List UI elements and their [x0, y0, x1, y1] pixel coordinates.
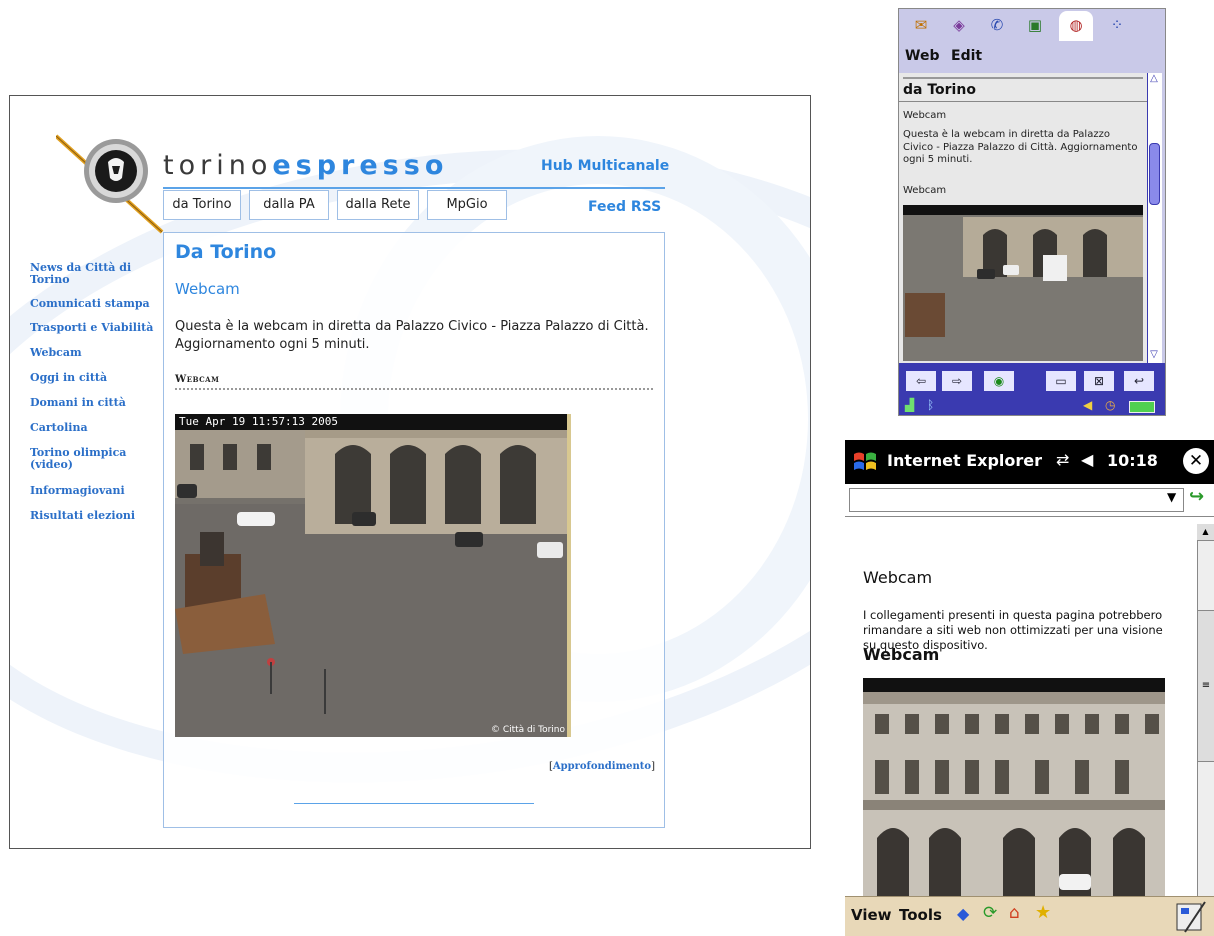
symbian-phone-screen: ✉ ◈ ✆ ▣ ◍ ⁘ Web Edit da Torino Webcam Qu…: [898, 8, 1166, 416]
content-panel: Da Torino Webcam Questa è la webcam in d…: [163, 232, 665, 828]
calendar-icon[interactable]: ▣: [1023, 15, 1047, 35]
home-icon[interactable]: ⌂: [1009, 903, 1020, 923]
webcam-photo: [863, 678, 1165, 902]
tab-mpgio[interactable]: MpGio: [427, 190, 507, 220]
nav-webcam[interactable]: Webcam: [30, 347, 155, 359]
dotted-divider: [175, 388, 653, 390]
browser-icon[interactable]: ◍: [1064, 15, 1088, 35]
connectivity-icon[interactable]: ⇄: [1056, 450, 1069, 469]
clock-icon: ◷: [1105, 398, 1116, 412]
logo-part-torino: torino: [163, 150, 273, 181]
desktop-site-window: torinoespresso Hub Multicanale da Torino…: [9, 95, 811, 849]
nav-cartolina[interactable]: Cartolina: [30, 422, 155, 434]
nav-informagiovani[interactable]: Informagiovani: [30, 485, 155, 497]
nav-risultati[interactable]: Risultati elezioni: [30, 510, 155, 522]
menu-web[interactable]: Web: [905, 48, 939, 64]
volume-icon: ◀: [1083, 398, 1093, 412]
webcam-image: Tue Apr 19 11:57:13 2005 © Città di Tori…: [175, 414, 571, 737]
address-input[interactable]: [849, 488, 1184, 512]
webcam-description: Questa è la webcam in diretta da Palazzo…: [175, 319, 649, 352]
feed-rss-link[interactable]: Feed RSS: [588, 199, 661, 215]
menu-edit[interactable]: Edit: [951, 48, 982, 64]
phone-icon[interactable]: ✆: [985, 15, 1009, 35]
window-icon[interactable]: ▭: [1045, 370, 1077, 392]
logo-part-espresso: espresso: [272, 150, 449, 181]
nav-torino-olimpica[interactable]: Torino olimpica (video): [30, 447, 155, 471]
content-top-rule: [903, 77, 1143, 79]
heading-webcam-2: Webcam: [863, 645, 940, 664]
hub-multicanale-link[interactable]: Hub Multicanale: [541, 158, 669, 174]
forward-arrow-icon[interactable]: ⇨: [941, 370, 973, 392]
windows-start-icon[interactable]: [851, 448, 879, 476]
scroll-down-icon[interactable]: ▽: [1147, 349, 1161, 360]
signal-icon: ▟: [905, 398, 915, 412]
go-icon[interactable]: ◉: [983, 370, 1015, 392]
heading-webcam-1: Webcam: [863, 568, 933, 587]
apps-icon[interactable]: ⁘: [1105, 15, 1129, 35]
title-rule: [899, 101, 1147, 102]
nav-comunicati[interactable]: Comunicati stampa: [30, 298, 155, 310]
clock-time[interactable]: 10:18: [1107, 451, 1158, 470]
app-title: Internet Explorer: [887, 451, 1043, 470]
webcam-label-2: Webcam: [903, 185, 947, 196]
approfondimento-wrapper: [Approfondimento]: [549, 761, 655, 772]
tab-dalla-pa[interactable]: dalla PA: [249, 190, 329, 220]
mail-icon[interactable]: ✉: [909, 15, 933, 35]
nav-oggi[interactable]: Oggi in città: [30, 372, 155, 384]
go-arrow-icon[interactable]: ↪: [1189, 486, 1204, 507]
nav-trasporti[interactable]: Trasporti e Viabilità: [30, 322, 155, 334]
header-divider: [163, 187, 665, 189]
page-title: da Torino: [903, 82, 976, 98]
book-icon[interactable]: ◈: [947, 15, 971, 35]
webcam-thumbnail: [903, 205, 1143, 361]
favorites-star-icon[interactable]: ★: [1035, 902, 1051, 923]
tab-dalla-rete[interactable]: dalla Rete: [337, 190, 419, 220]
nav-domani[interactable]: Domani in città: [30, 397, 155, 409]
bracket-close: ]: [651, 761, 655, 772]
dropdown-arrow-icon[interactable]: ▼: [1167, 490, 1176, 504]
footer-divider: [294, 803, 534, 804]
scrollbar-thumb[interactable]: [1149, 143, 1160, 205]
stop-icon[interactable]: ⊠: [1083, 370, 1115, 392]
tab-da-torino[interactable]: da Torino: [163, 190, 241, 220]
pocketpc-screen: Internet Explorer ⇄ ◀ 10:18 ✕ ▼ ↪ Webcam…: [845, 440, 1214, 936]
menu-view[interactable]: View: [851, 906, 892, 924]
scrollbar-track[interactable]: [1147, 73, 1162, 363]
nav-news-citta[interactable]: News da Città di Torino: [30, 262, 155, 286]
scrollbar-thumb[interactable]: ≡: [1198, 610, 1214, 762]
logo-emblem[interactable]: [54, 126, 166, 236]
menu-tools[interactable]: Tools: [899, 906, 942, 924]
refresh-icon[interactable]: ⟳: [983, 903, 997, 923]
webcam-credit: © Città di Torino: [490, 725, 565, 735]
scroll-up-icon[interactable]: ▲: [1197, 524, 1214, 541]
approfondimento-link[interactable]: Approfondimento: [553, 761, 651, 772]
section-title: Webcam: [175, 280, 240, 298]
site-logo-text[interactable]: torinoespresso: [163, 150, 448, 181]
bluetooth-icon: ᛒ: [927, 398, 935, 412]
battery-icon: [1129, 401, 1155, 413]
scroll-up-icon[interactable]: △: [1147, 73, 1161, 84]
back-arrow-icon[interactable]: ⇦: [905, 370, 937, 392]
input-panel-icon[interactable]: [1173, 896, 1209, 936]
webcam-timestamp: Tue Apr 19 11:57:13 2005: [179, 415, 338, 428]
close-icon[interactable]: ✕: [1183, 448, 1209, 474]
webcam-subheading: Webcam: [175, 374, 220, 385]
webcam-description: Questa è la webcam in diretta da Palazzo…: [903, 129, 1138, 165]
page-title: Da Torino: [175, 241, 277, 263]
webcam-label-1: Webcam: [903, 110, 947, 121]
status-bar: [899, 397, 1165, 415]
return-icon[interactable]: ↩: [1123, 370, 1155, 392]
back-icon[interactable]: ◆: [957, 904, 969, 923]
volume-icon[interactable]: ◀: [1081, 450, 1093, 469]
